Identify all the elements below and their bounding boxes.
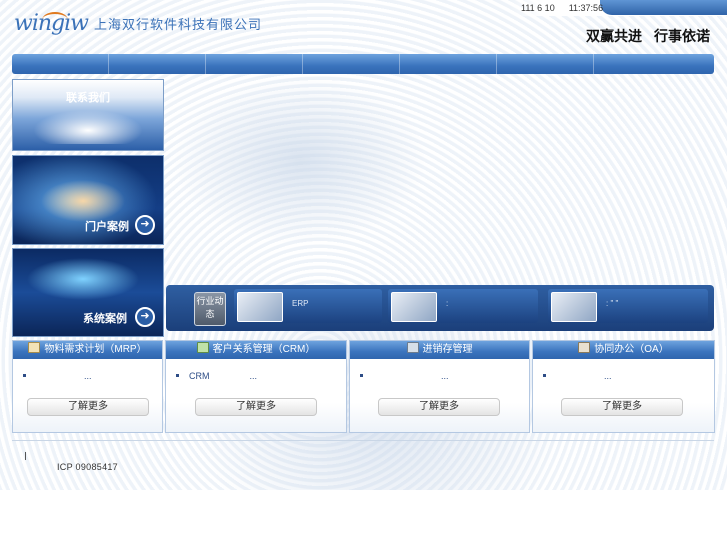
slogan-left: 双赢共进 bbox=[586, 28, 642, 44]
portal-cases-label: 门户案例 bbox=[85, 221, 129, 233]
nav-item[interactable] bbox=[497, 54, 594, 74]
office-icon bbox=[578, 342, 591, 353]
product-line-suffix: ... bbox=[249, 371, 258, 381]
nav-item[interactable] bbox=[400, 54, 497, 74]
nav-item[interactable] bbox=[206, 54, 303, 74]
slogan: 双赢共进 行事依诺 bbox=[586, 26, 722, 46]
system-cases-label: 系统案例 bbox=[83, 313, 127, 325]
news-item[interactable]: : " " bbox=[548, 289, 708, 323]
product-box-mrp: 物料需求计划（MRP） ... 了解更多 bbox=[12, 340, 163, 433]
news-item-text: : bbox=[446, 299, 449, 308]
people-icon bbox=[196, 342, 209, 353]
product-list-item[interactable]: CRM... bbox=[176, 371, 257, 381]
product-box-oa: 协同办公（OA） ... 了解更多 bbox=[532, 340, 715, 433]
product-list-item[interactable]: ... bbox=[23, 371, 92, 381]
product-line-prefix: CRM bbox=[189, 371, 210, 381]
product-title: 协同办公（OA） bbox=[594, 344, 669, 355]
news-thumbnail bbox=[551, 292, 597, 322]
calculator-icon bbox=[406, 342, 419, 353]
learn-more-button[interactable]: 了解更多 bbox=[27, 398, 149, 416]
news-item[interactable]: ERP bbox=[234, 289, 382, 323]
product-title: 进销存管理 bbox=[422, 344, 473, 355]
product-line-suffix: ... bbox=[604, 371, 612, 381]
product-title: 物料需求计划（MRP） bbox=[44, 344, 147, 355]
footer-divider bbox=[12, 440, 714, 441]
nav-item[interactable] bbox=[12, 54, 109, 74]
nav-item[interactable] bbox=[594, 54, 690, 74]
company-logo[interactable]: wingiw bbox=[14, 10, 89, 36]
logo-swoosh-icon bbox=[42, 12, 68, 28]
portal-cases-banner[interactable]: 门户案例 ➜ bbox=[12, 155, 164, 245]
footer-separator bbox=[25, 452, 26, 460]
main-nav bbox=[12, 54, 714, 74]
industry-news-strip: 行业动态 ERP : : " " bbox=[166, 285, 714, 331]
product-header: 协同办公（OA） bbox=[533, 341, 714, 359]
news-thumbnail bbox=[237, 292, 283, 322]
contact-us-banner[interactable]: 联系我们 bbox=[12, 79, 164, 151]
date-time: 111 6 10 11:37:56 bbox=[521, 3, 617, 13]
arrow-right-circle-icon[interactable]: ➜ bbox=[135, 307, 155, 327]
news-thumbnail bbox=[391, 292, 437, 322]
arrow-right-circle-icon[interactable]: ➜ bbox=[135, 215, 155, 235]
learn-more-button[interactable]: 了解更多 bbox=[561, 398, 683, 416]
slogan-right: 行事依诺 bbox=[654, 28, 710, 44]
handshake-image bbox=[33, 110, 143, 144]
current-time: 11:37:56 bbox=[568, 3, 604, 13]
product-header: 物料需求计划（MRP） bbox=[13, 341, 162, 359]
system-cases-banner[interactable]: 系统案例 ➜ bbox=[12, 248, 164, 337]
product-title: 客户关系管理（CRM） bbox=[212, 344, 316, 355]
learn-more-button[interactable]: 了解更多 bbox=[195, 398, 317, 416]
page-background: wingiw 上海双行软件科技有限公司 111 6 10 11:37:56 双赢共… bbox=[0, 0, 727, 490]
product-list-item[interactable]: ... bbox=[360, 371, 449, 381]
product-box-inventory: 进销存管理 ... 了解更多 bbox=[349, 340, 530, 433]
nav-item[interactable] bbox=[109, 54, 206, 74]
top-bar-tab bbox=[600, 0, 727, 15]
product-line-suffix: ... bbox=[84, 371, 92, 381]
company-name: 上海双行软件科技有限公司 bbox=[94, 17, 263, 32]
news-item[interactable]: : bbox=[388, 289, 538, 323]
industry-news-tag: 行业动态 bbox=[194, 292, 226, 326]
news-item-text: ERP bbox=[292, 299, 309, 308]
icp-license: ICP 09085417 bbox=[57, 462, 118, 472]
news-item-text: : " " bbox=[606, 299, 619, 308]
product-list-item[interactable]: ... bbox=[543, 371, 612, 381]
nav-item[interactable] bbox=[303, 54, 400, 74]
product-header: 客户关系管理（CRM） bbox=[166, 341, 346, 359]
current-date: 111 6 10 bbox=[521, 3, 555, 13]
product-line-suffix: ... bbox=[441, 371, 449, 381]
product-header: 进销存管理 bbox=[350, 341, 529, 359]
product-box-crm: 客户关系管理（CRM） CRM... 了解更多 bbox=[165, 340, 347, 433]
contact-us-label: 联系我们 bbox=[66, 92, 110, 104]
learn-more-button[interactable]: 了解更多 bbox=[378, 398, 500, 416]
book-icon bbox=[28, 342, 41, 353]
